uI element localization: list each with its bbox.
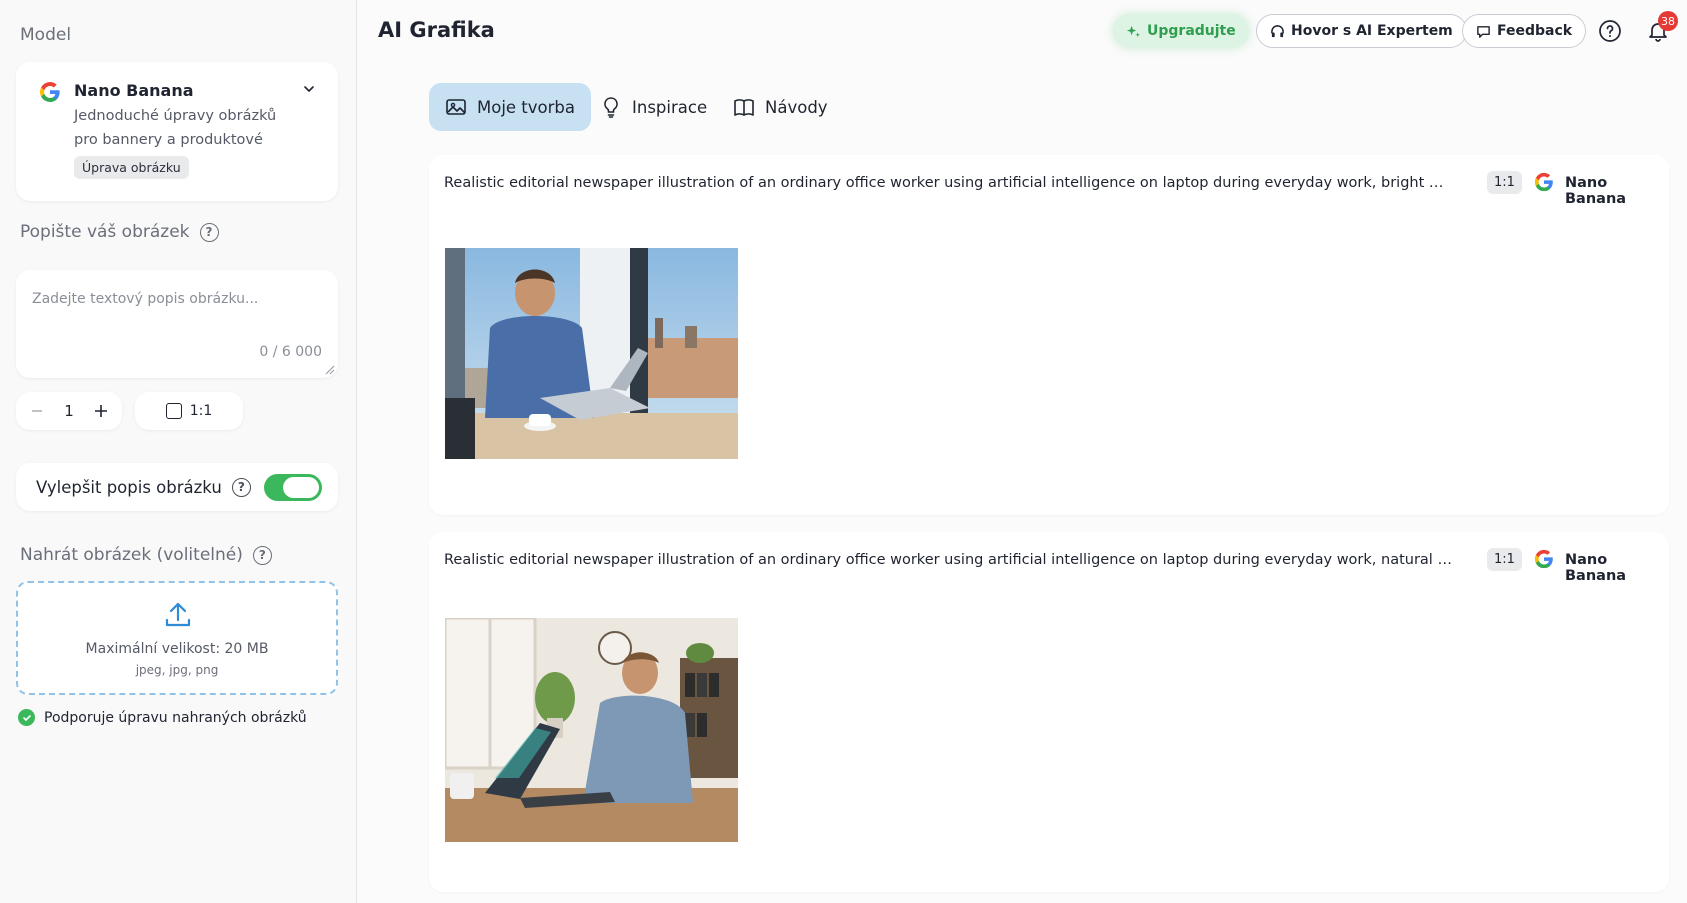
- headphones-icon: [1271, 24, 1284, 37]
- upgrade-label: Upgradujte: [1147, 23, 1236, 39]
- sidebar: Model Nano Banana Jednoduché úpravy obrá…: [0, 0, 357, 903]
- generated-image[interactable]: [445, 618, 738, 842]
- notification-badge: 38: [1658, 11, 1678, 31]
- help-icon[interactable]: ?: [231, 477, 251, 497]
- feedback-button[interactable]: Feedback: [1462, 14, 1587, 48]
- generated-image[interactable]: [445, 248, 738, 459]
- lightbulb-icon: [604, 97, 618, 118]
- sparkle-icon: [1126, 25, 1141, 37]
- help-icon[interactable]: ?: [199, 222, 219, 242]
- feedback-label: Feedback: [1497, 23, 1573, 39]
- decrement-button[interactable]: [26, 400, 48, 422]
- description-box: 0 / 6 000: [16, 270, 338, 378]
- tab-label: Návody: [765, 97, 828, 117]
- aspect-ratio-value: 1:1: [189, 403, 213, 419]
- chevron-down-icon[interactable]: [302, 82, 316, 96]
- tab-label: Moje tvorba: [477, 97, 576, 117]
- page-title: AI Grafika: [378, 18, 495, 42]
- model-section-label: Model: [20, 25, 71, 45]
- plus-icon: [94, 405, 107, 417]
- upload-label: Nahrát obrázek (volitelné): [20, 545, 243, 565]
- quantity-value: 1: [64, 402, 74, 420]
- result-prompt: Realistic editorial newspaper illustrati…: [444, 175, 1454, 191]
- help-circle-icon[interactable]: [1598, 19, 1622, 43]
- enhance-prompt-row: Vylepšit popis obrázku ?: [16, 463, 338, 511]
- model-name: Nano Banana: [74, 81, 194, 100]
- resize-handle-icon[interactable]: [323, 363, 335, 375]
- image-icon: [446, 99, 466, 115]
- help-icon[interactable]: ?: [252, 545, 272, 565]
- book-icon: [734, 99, 754, 116]
- upload-section-label: Nahrát obrázek (volitelné) ?: [20, 545, 272, 565]
- minus-icon: [32, 410, 42, 412]
- tab-inspiration[interactable]: Inspirace: [584, 83, 723, 131]
- result-ratio-badge: 1:1: [1487, 171, 1522, 194]
- upload-icon: [165, 602, 191, 627]
- office-worker-laptop-image: [445, 618, 738, 842]
- chat-bubble-icon: [1477, 25, 1490, 38]
- increment-button[interactable]: [90, 400, 112, 422]
- google-icon: [1534, 549, 1553, 569]
- ai-expert-label: Hovor s AI Expertem: [1291, 23, 1453, 39]
- upload-formats: jpeg, jpg, png: [135, 663, 219, 677]
- result-prompt: Realistic editorial newspaper illustrati…: [444, 552, 1454, 568]
- support-note: Podporuje úpravu nahraných obrázků: [18, 709, 307, 726]
- result-ratio-badge: 1:1: [1487, 548, 1522, 571]
- support-note-text: Podporuje úpravu nahraných obrázků: [44, 709, 307, 726]
- quantity-stepper: 1: [16, 392, 122, 430]
- toggle-knob: [283, 477, 319, 498]
- square-icon: [165, 403, 182, 419]
- aspect-ratio-button[interactable]: 1:1: [135, 392, 243, 430]
- result-card: Realistic editorial newspaper illustrati…: [429, 155, 1669, 515]
- result-card: Realistic editorial newspaper illustrati…: [429, 532, 1669, 892]
- result-model-name: Nano Banana: [1565, 175, 1627, 207]
- describe-section-label: Popište váš obrázek ?: [20, 222, 219, 242]
- ai-expert-call-button[interactable]: Hovor s AI Expertem: [1256, 14, 1467, 48]
- tab-guides[interactable]: Návody: [717, 83, 844, 131]
- upload-dropzone[interactable]: Maximální velikost: 20 MB jpeg, jpg, png: [16, 581, 338, 695]
- upload-max-size: Maximální velikost: 20 MB: [85, 641, 269, 657]
- enhance-label: Vylepšit popis obrázku: [36, 477, 222, 497]
- description-input[interactable]: [32, 284, 322, 314]
- result-model-name: Nano Banana: [1565, 552, 1627, 584]
- tab-label: Inspirace: [632, 97, 708, 117]
- tab-my-creations[interactable]: Moje tvorba: [429, 83, 592, 131]
- google-icon: [40, 82, 60, 102]
- google-icon: [1534, 172, 1553, 192]
- model-selector[interactable]: Nano Banana Jednoduché úpravy obrázků pr…: [16, 62, 338, 201]
- enhance-toggle[interactable]: [264, 474, 322, 501]
- upgrade-button[interactable]: Upgradujte: [1113, 14, 1249, 48]
- check-circle-icon: [18, 709, 35, 726]
- model-badge: Úprava obrázku: [74, 156, 189, 179]
- office-worker-prague-image: [445, 248, 738, 459]
- char-count: 0 / 6 000: [259, 344, 322, 360]
- describe-label: Popište váš obrázek: [20, 222, 190, 242]
- model-label: Model: [20, 25, 72, 45]
